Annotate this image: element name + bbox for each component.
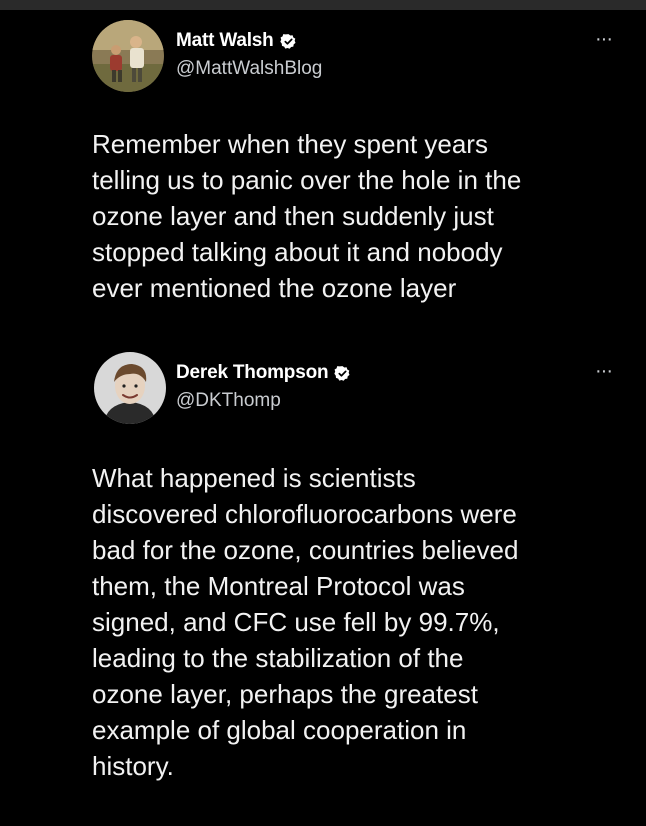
author-handle[interactable]: @DKThomp <box>176 390 281 412</box>
verified-badge-icon <box>279 33 297 50</box>
avatar-photo-portrait-icon <box>94 352 166 424</box>
tweet-text: What happened is scientists discovered c… <box>92 463 519 781</box>
avatar[interactable] <box>92 20 164 92</box>
author-display-name[interactable]: Derek Thompson <box>176 362 329 384</box>
author-handle[interactable]: @MattWalshBlog <box>176 58 322 80</box>
more-options-icon[interactable]: ··· <box>595 29 613 49</box>
tweet-text: Remember when they spent years telling u… <box>92 129 522 303</box>
author-name-row: Matt Walsh <box>176 30 297 52</box>
author-name-row: Derek Thompson <box>176 362 351 384</box>
avatar[interactable] <box>94 352 166 424</box>
verified-badge-icon <box>334 365 351 382</box>
more-options-icon[interactable]: ··· <box>595 361 613 381</box>
avatar-photo-outdoor-icon <box>92 20 164 92</box>
author-display-name[interactable]: Matt Walsh <box>176 30 274 52</box>
top-strip <box>0 0 646 10</box>
